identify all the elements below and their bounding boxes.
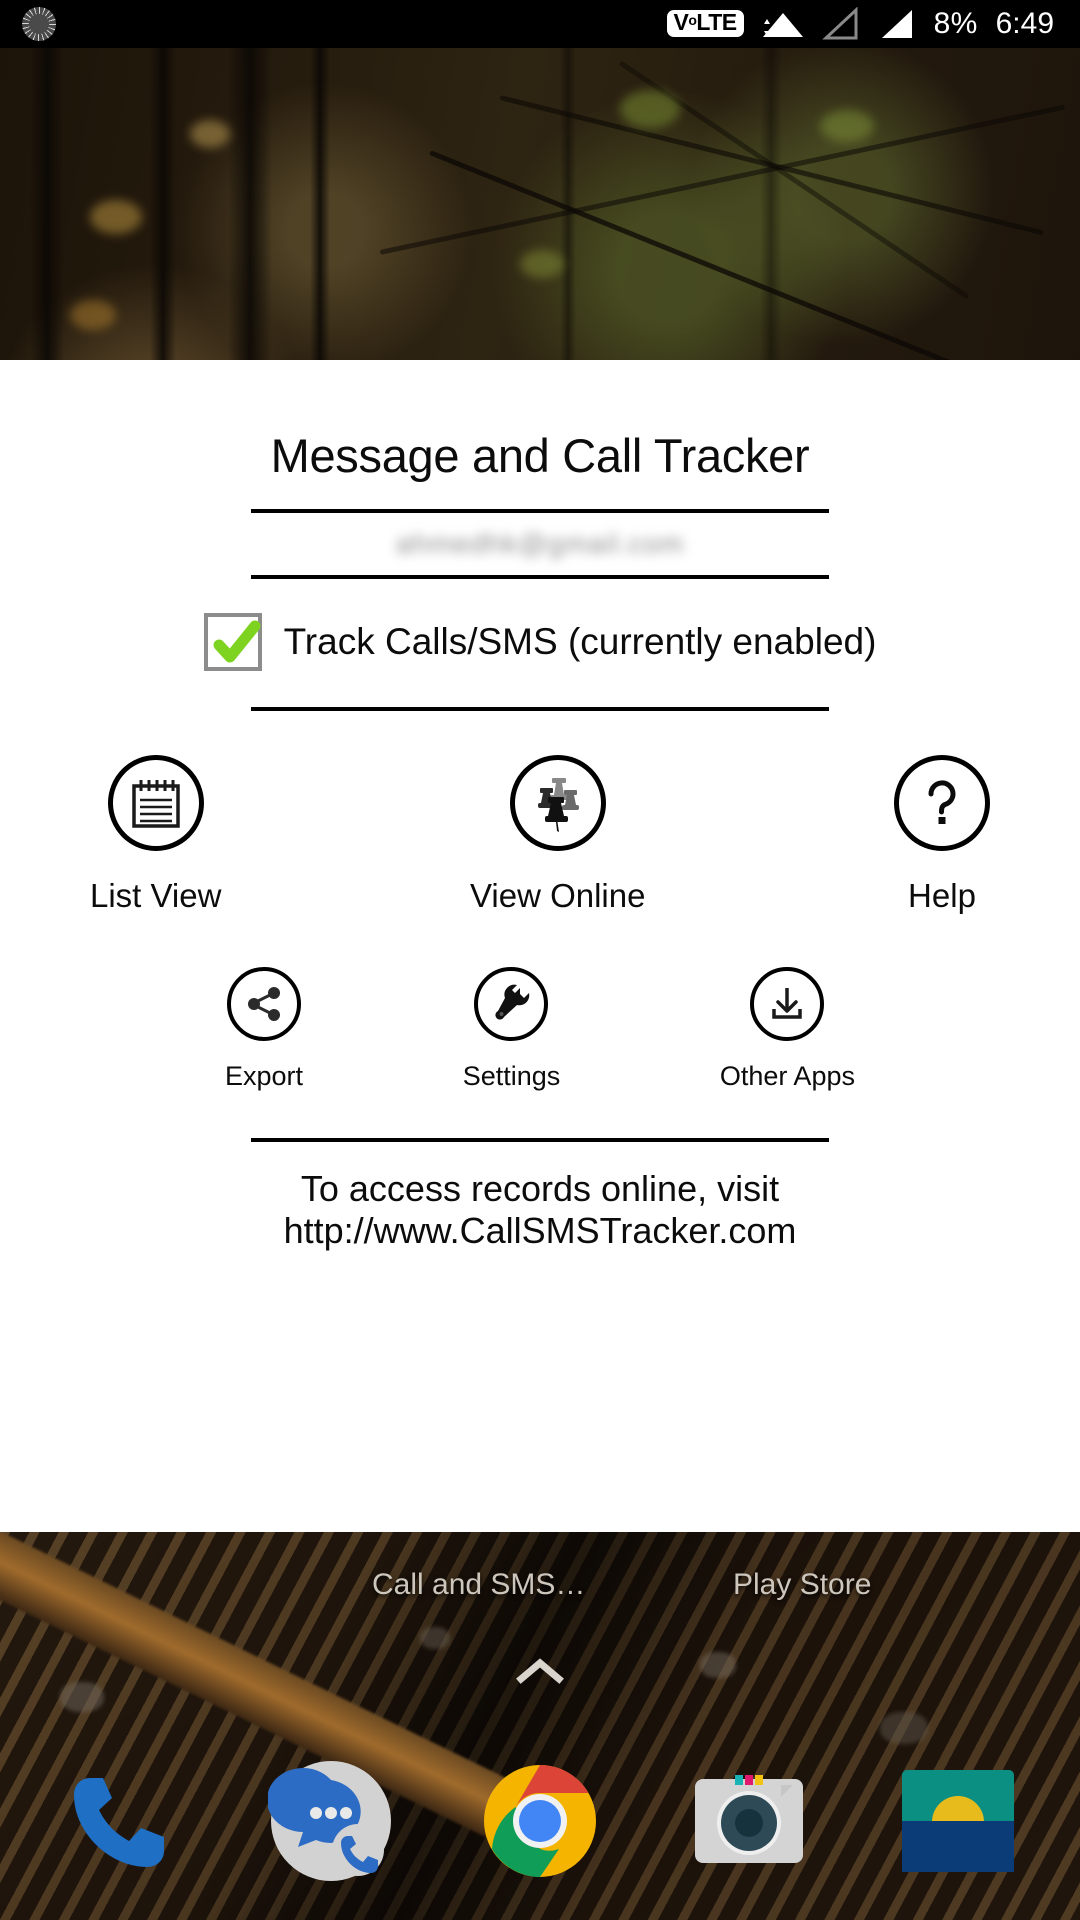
chevron-up-icon[interactable]	[515, 1657, 565, 1685]
green-checkmark-icon	[213, 620, 261, 663]
other-apps-button[interactable]: Other Apps	[720, 967, 855, 1092]
footer-note: To access records online, visit http://w…	[284, 1168, 797, 1253]
volte-icon: VoLTE	[666, 9, 744, 37]
camera-app-icon[interactable]	[674, 1746, 824, 1896]
share-icon	[227, 967, 302, 1041]
other-apps-label: Other Apps	[719, 1061, 855, 1091]
phone-app-icon[interactable]	[47, 1746, 197, 1896]
export-label: Export	[225, 1061, 304, 1091]
home-screen-bottom: Call and SMS… Play Store	[0, 1532, 1080, 1920]
divider-under-checkbox	[251, 707, 829, 711]
view-online-button[interactable]: View Online	[469, 755, 646, 915]
settings-button[interactable]: Settings	[462, 967, 561, 1092]
help-button[interactable]: Help	[893, 755, 990, 915]
app-label-play-store[interactable]: Play Store	[733, 1568, 871, 1602]
sync-circle-icon	[22, 7, 56, 41]
help-label: Help	[908, 877, 976, 914]
divider-footer	[251, 1138, 829, 1142]
download-icon	[750, 967, 825, 1041]
wifi-icon	[762, 13, 803, 37]
track-calls-sms-row[interactable]: Track Calls/SMS (currently enabled)	[0, 613, 1080, 671]
primary-action-grid: List View View Online Help	[90, 755, 990, 915]
home-app-labels: Call and SMS… Play Store	[0, 1532, 1080, 1652]
app-label-call-and-sms[interactable]: Call and SMS…	[372, 1568, 585, 1602]
signal-full-icon	[881, 10, 912, 38]
messages-app-icon[interactable]	[256, 1746, 406, 1896]
status-bar: VoLTE 8% 6:49	[0, 0, 1080, 48]
notepad-icon	[107, 755, 204, 851]
export-button[interactable]: Export	[225, 967, 303, 1092]
wrench-icon	[474, 967, 549, 1041]
signal-empty-icon	[821, 7, 858, 40]
divider-under-email	[251, 575, 829, 579]
question-mark-icon	[893, 755, 990, 851]
pushpins-icon	[509, 755, 606, 851]
app-card: Message and Call Tracker ahmedhk@gmail.c…	[0, 360, 1080, 1532]
sunrise-app-icon[interactable]	[883, 1746, 1033, 1896]
track-calls-sms-label: Track Calls/SMS (currently enabled)	[283, 621, 877, 662]
home-dock	[0, 1722, 1080, 1920]
status-bar-right: VoLTE 8% 6:49	[666, 7, 1080, 41]
list-view-button[interactable]: List View	[90, 755, 221, 915]
footer-line-1: To access records online, visit	[300, 1168, 780, 1209]
account-email: ahmedhk@gmail.com	[395, 528, 685, 559]
account-email-row: ahmedhk@gmail.com	[251, 513, 829, 575]
page-title: Message and Call Tracker	[270, 429, 810, 482]
chrome-app-icon[interactable]	[465, 1746, 615, 1896]
footer-line-2: http://www.CallSMSTracker.com	[283, 1210, 797, 1252]
secondary-action-grid: Export Settings Other Apps	[225, 967, 855, 1092]
battery-percent: 8%	[933, 7, 978, 40]
settings-label: Settings	[462, 1061, 561, 1091]
track-calls-sms-checkbox[interactable]	[203, 613, 262, 671]
view-online-label: View Online	[469, 877, 646, 914]
status-bar-left	[0, 7, 667, 41]
list-view-label: List View	[90, 877, 222, 914]
clock: 6:49	[995, 7, 1054, 40]
